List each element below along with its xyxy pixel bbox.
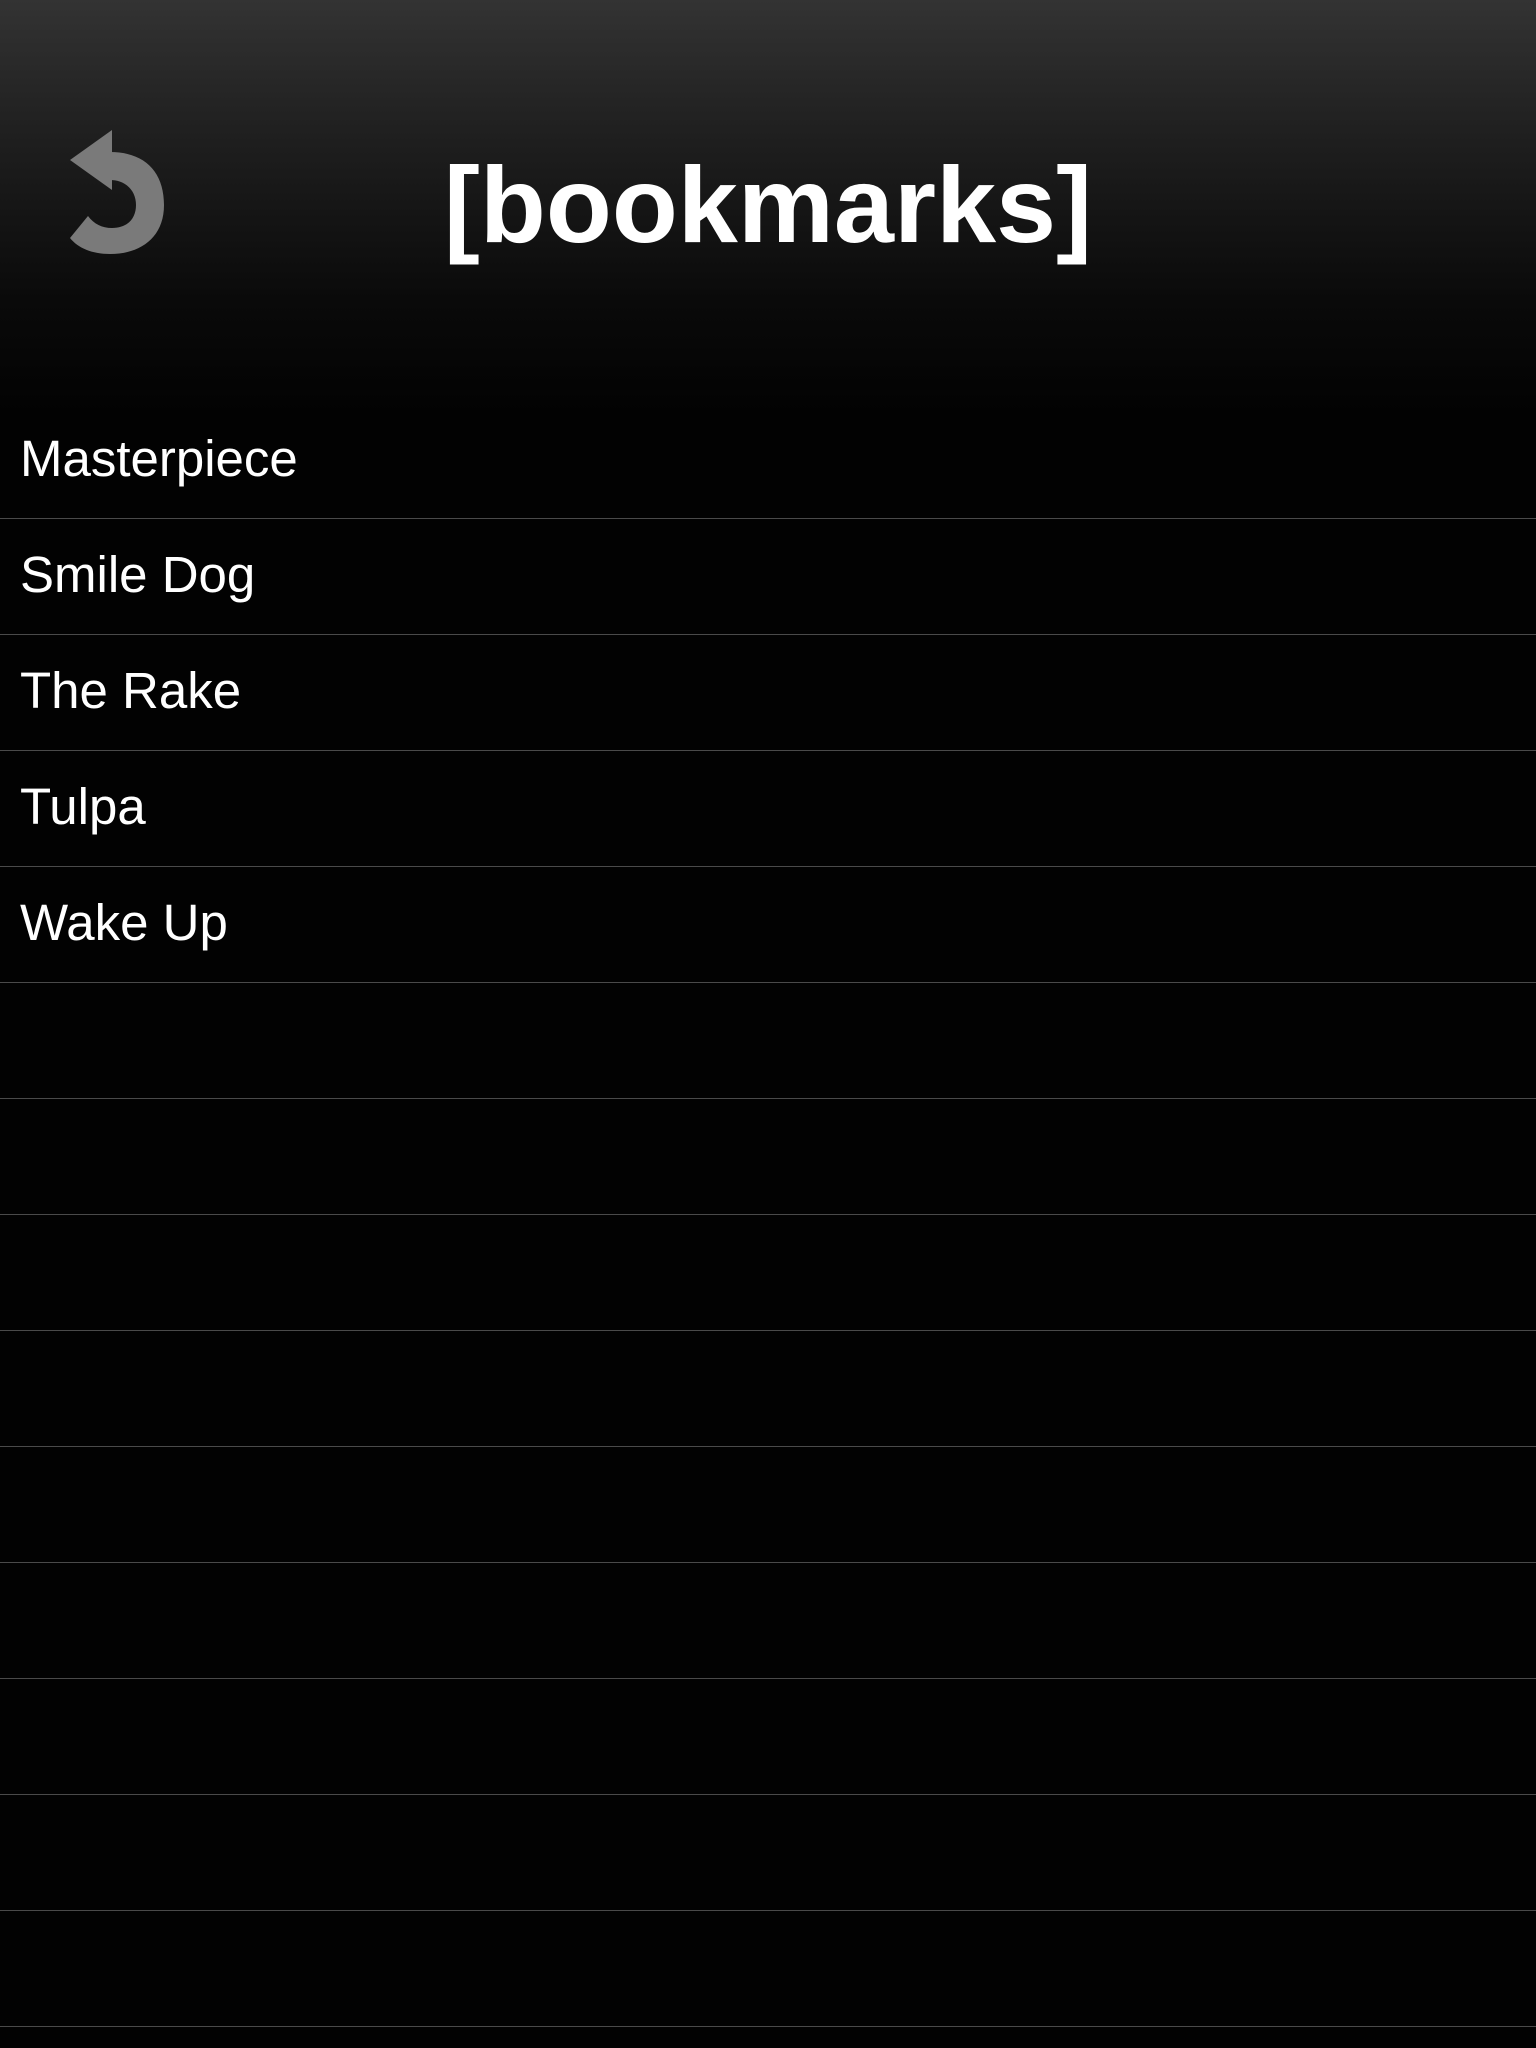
list-item-label: Tulpa [20, 778, 146, 835]
empty-row [0, 1215, 1536, 1331]
list-item[interactable]: Smile Dog [0, 519, 1536, 635]
empty-row [0, 1911, 1536, 2027]
empty-row [0, 1563, 1536, 1679]
list-item[interactable]: Tulpa [0, 751, 1536, 867]
list-item-label: Wake Up [20, 894, 228, 951]
empty-row [0, 2027, 1536, 2048]
empty-row [0, 1795, 1536, 1911]
list-item[interactable]: The Rake [0, 635, 1536, 751]
header-bar: [bookmarks] [0, 0, 1536, 416]
bookmarks-screen: [bookmarks] Masterpiece Smile Dog The Ra… [0, 0, 1536, 2048]
bookmark-list: Masterpiece Smile Dog The Rake Tulpa Wak… [0, 403, 1536, 2048]
list-item-label: Masterpiece [20, 430, 298, 487]
page-title: [bookmarks] [443, 144, 1093, 265]
empty-row [0, 1447, 1536, 1563]
list-item[interactable]: Masterpiece [0, 403, 1536, 519]
list-item[interactable]: Wake Up [0, 867, 1536, 983]
empty-row [0, 1331, 1536, 1447]
empty-row [0, 983, 1536, 1099]
empty-row [0, 1679, 1536, 1795]
list-item-label: The Rake [20, 662, 242, 719]
list-item-label: Smile Dog [20, 546, 256, 603]
empty-row [0, 1099, 1536, 1215]
